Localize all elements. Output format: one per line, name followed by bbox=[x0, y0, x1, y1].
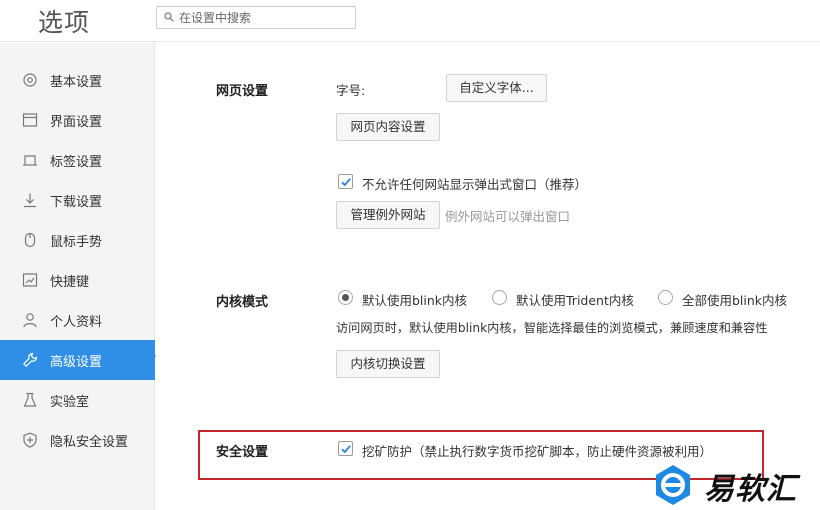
kernel-mode-title: 内核模式 bbox=[216, 295, 269, 310]
search-icon bbox=[164, 12, 174, 22]
watermark-logo-icon bbox=[656, 465, 690, 505]
sidebar-item-label: 标签设置 bbox=[50, 155, 103, 170]
radio-label: 默认使用Trident内核 bbox=[516, 293, 634, 308]
sidebar-item-basic[interactable]: 基本设置 bbox=[0, 60, 155, 100]
popup-block-label: 不允许任何网站显示弹出式窗口（推荐） bbox=[362, 177, 588, 192]
sidebar-item-label: 隐私安全设置 bbox=[50, 435, 129, 450]
radio-label: 全部使用blink内核 bbox=[682, 293, 788, 308]
sidebar-item-tabs[interactable]: 标签设置 bbox=[0, 140, 155, 180]
radio-blink-default[interactable] bbox=[338, 290, 353, 305]
user-icon bbox=[23, 313, 37, 328]
sidebar-item-label: 下载设置 bbox=[50, 195, 103, 210]
sidebar-item-label: 鼠标手势 bbox=[50, 235, 103, 250]
sidebar-item-label: 界面设置 bbox=[50, 115, 103, 130]
sidebar-item-profile[interactable]: 个人资料 bbox=[0, 300, 155, 340]
security-title: 安全设置 bbox=[216, 445, 269, 460]
download-icon bbox=[24, 193, 36, 208]
watermark-text: 易软汇 bbox=[704, 472, 797, 507]
settings-icon bbox=[23, 73, 37, 87]
mining-protection-label: 挖矿防护（禁止执行数字货币挖矿脚本，防止硬件资源被利用） bbox=[362, 444, 713, 459]
header: 选项 bbox=[0, 0, 820, 42]
check-icon bbox=[341, 178, 351, 187]
wrench-icon bbox=[22, 352, 38, 368]
radio-blink-all[interactable] bbox=[658, 290, 673, 305]
exceptions-hint: 例外网站可以弹出窗口 bbox=[445, 209, 571, 224]
mining-protection-checkbox[interactable] bbox=[338, 441, 353, 456]
web-settings-title: 网页设置 bbox=[216, 84, 269, 99]
sidebar-item-label: 快捷键 bbox=[50, 275, 90, 290]
sidebar-item-advanced[interactable]: 高级设置 bbox=[0, 340, 155, 380]
sidebar-item-shortcuts[interactable]: 快捷键 bbox=[0, 260, 155, 300]
sidebar-item-label: 个人资料 bbox=[50, 315, 103, 330]
sidebar-item-label: 高级设置 bbox=[50, 355, 103, 370]
custom-font-button[interactable]: 自定义字体... bbox=[446, 74, 547, 102]
sidebar-item-label: 基本设置 bbox=[50, 75, 103, 90]
check-icon bbox=[341, 445, 351, 454]
radio-label: 默认使用blink内核 bbox=[362, 293, 468, 308]
font-size-label: 字号: bbox=[336, 83, 366, 98]
kernel-description: 访问网页时，默认使用blink内核，智能选择最佳的浏览模式，兼顾速度和兼容性 bbox=[336, 321, 768, 335]
sidebar-item-mouse[interactable]: 鼠标手势 bbox=[0, 220, 155, 260]
window-icon bbox=[22, 113, 38, 127]
sidebar-item-label: 实验室 bbox=[50, 395, 90, 410]
manage-exceptions-button[interactable]: 管理例外网站 bbox=[336, 201, 440, 229]
kernel-switch-button[interactable]: 内核切换设置 bbox=[336, 350, 440, 378]
page-title: 选项 bbox=[38, 8, 91, 37]
radio-trident-default[interactable] bbox=[492, 290, 507, 305]
search-box[interactable] bbox=[156, 6, 356, 29]
tab-icon bbox=[23, 155, 37, 166]
sidebar-item-lab[interactable]: 实验室 bbox=[0, 380, 155, 420]
shield-icon bbox=[23, 432, 37, 448]
sidebar: 基本设置 界面设置 标签设置 下载设置 鼠标手势 快捷键 个人资料 高级设置 实… bbox=[0, 43, 155, 510]
keyboard-icon bbox=[22, 273, 38, 287]
sidebar-item-download[interactable]: 下载设置 bbox=[0, 180, 155, 220]
sidebar-item-interface[interactable]: 界面设置 bbox=[0, 100, 155, 140]
popup-block-checkbox[interactable] bbox=[338, 174, 353, 189]
search-input[interactable] bbox=[179, 9, 351, 26]
mouse-icon bbox=[24, 232, 36, 248]
sidebar-item-privacy[interactable]: 隐私安全设置 bbox=[0, 420, 155, 460]
content-settings-button[interactable]: 网页内容设置 bbox=[336, 113, 440, 141]
active-indicator-arrow bbox=[149, 348, 156, 364]
flask-icon bbox=[23, 392, 37, 407]
